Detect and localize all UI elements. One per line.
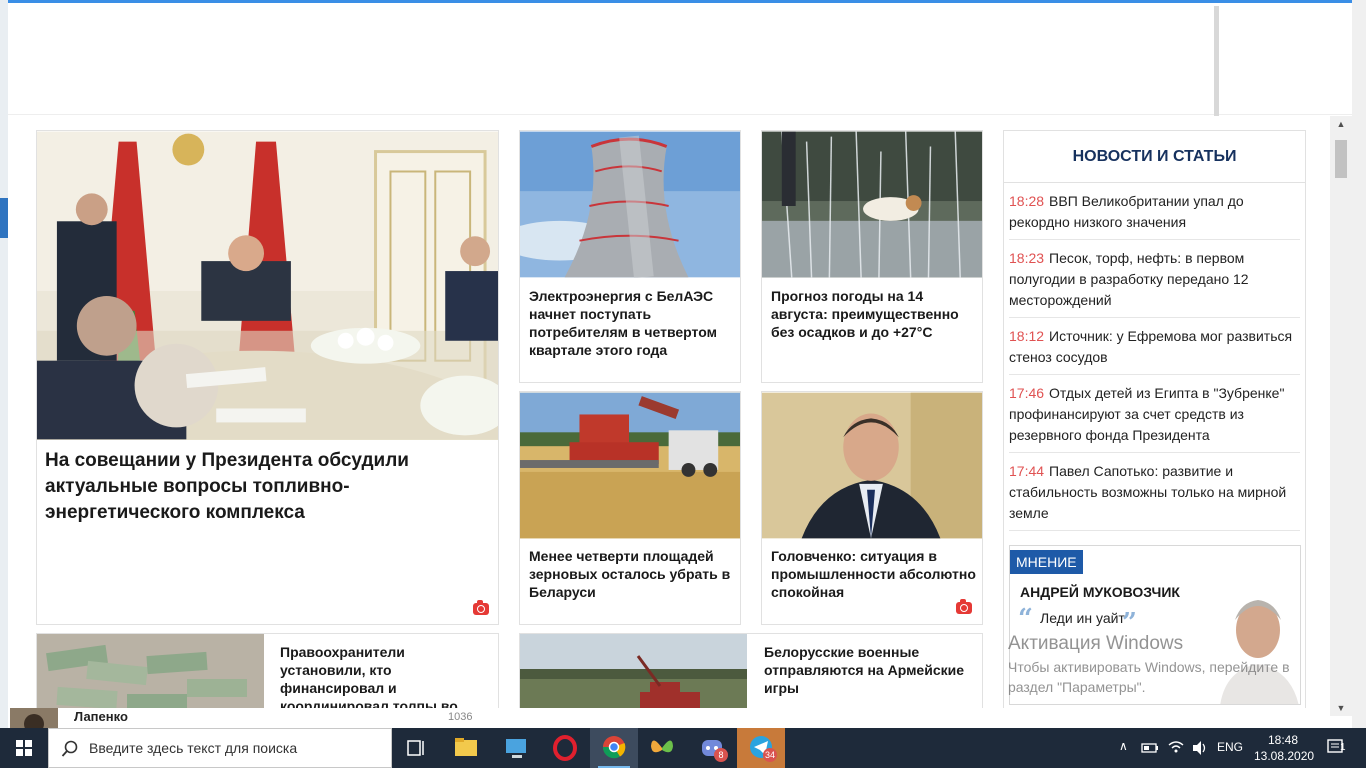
featured-photo[interactable] bbox=[37, 131, 498, 440]
sidebar-news-item[interactable]: 17:46 Отдых детей из Египта в "Зубренке" … bbox=[1009, 375, 1300, 453]
taskbar-search-box[interactable]: Введите здесь текст для поиска bbox=[48, 728, 392, 768]
window-edge bbox=[0, 198, 8, 238]
start-button[interactable] bbox=[0, 728, 48, 768]
opinion-quote[interactable]: Леди ин уайт bbox=[1040, 610, 1125, 626]
telegram-icon bbox=[750, 736, 772, 758]
ad-scrollbar[interactable] bbox=[1214, 6, 1219, 116]
chevron-up-icon[interactable]: ∧ bbox=[1119, 739, 1128, 753]
author-name[interactable]: Лапенко bbox=[74, 709, 128, 724]
sidebar-news-item[interactable]: 18:28 ВВП Великобритании упал до рекордно… bbox=[1009, 183, 1300, 240]
background-window-strip bbox=[0, 0, 8, 728]
news-card-caption[interactable]: Белорусские военные отправляются на Арме… bbox=[764, 643, 974, 697]
task-view-button[interactable] bbox=[392, 728, 440, 768]
news-time: 17:46 bbox=[1009, 385, 1045, 401]
discord-badge: 8 bbox=[714, 748, 728, 762]
taskbar-clock[interactable]: 18:48 13.08.2020 bbox=[1254, 732, 1315, 764]
photo-gallery-icon bbox=[956, 599, 972, 614]
news-card[interactable]: Менее четверти площадей зерновых осталос… bbox=[519, 391, 741, 625]
windows-taskbar: Введите здесь текст для поиска 8 34 ∧ EN… bbox=[0, 728, 1366, 768]
taskbar-chrome[interactable] bbox=[590, 728, 638, 768]
task-view-icon bbox=[407, 740, 424, 756]
window-right-border bbox=[1352, 0, 1366, 728]
news-card[interactable]: Электроэнергия с БелАЭС начнет поступать… bbox=[519, 130, 741, 383]
windows-activation-watermark: Активация Windows Чтобы активировать Win… bbox=[1008, 633, 1328, 697]
news-time: 17:44 bbox=[1009, 463, 1045, 479]
scroll-down-arrow-icon[interactable]: ▼ bbox=[1330, 700, 1352, 716]
news-card-caption[interactable]: Головченко: ситуация в промышленности аб… bbox=[771, 547, 977, 601]
news-title[interactable]: Источник: у Ефремова мог развиться стено… bbox=[1009, 328, 1292, 365]
news-time: 18:28 bbox=[1009, 193, 1045, 209]
news-sidebar: НОВОСТИ И СТАТЬИ 18:28 ВВП Великобритании… bbox=[1003, 130, 1306, 720]
telegram-badge: 34 bbox=[762, 748, 777, 762]
news-card-caption[interactable]: Прогноз погоды на 14 августа: преимущест… bbox=[771, 287, 977, 341]
news-card[interactable]: Прогноз погоды на 14 августа: преимущест… bbox=[761, 130, 983, 383]
news-photo-fountain[interactable] bbox=[762, 131, 982, 278]
windows-logo-icon bbox=[16, 740, 32, 756]
page-scrollbar[interactable]: ▲ ▼ bbox=[1330, 116, 1352, 716]
news-card-caption[interactable]: Менее четверти площадей зерновых осталос… bbox=[529, 547, 735, 601]
taskbar-telegram[interactable]: 34 bbox=[737, 728, 785, 768]
taskbar-discord[interactable]: 8 bbox=[688, 728, 736, 768]
taskbar-opera[interactable] bbox=[541, 728, 589, 768]
clock-time: 18:48 bbox=[1267, 733, 1299, 747]
news-photo-harvest[interactable] bbox=[520, 392, 740, 539]
bottom-content-peek: Лапенко 1036 bbox=[8, 708, 1352, 728]
ad-banner-area bbox=[8, 3, 1352, 115]
opinion-author[interactable]: АНДРЕЙ МУКОВОЗЧИК bbox=[1020, 584, 1180, 600]
avatar bbox=[10, 708, 58, 728]
watermark-text: Чтобы активировать Windows, перейдите в … bbox=[1008, 659, 1290, 695]
folder-icon bbox=[455, 738, 477, 756]
taskbar-app[interactable] bbox=[492, 728, 540, 768]
news-title[interactable]: ВВП Великобритании упал до рекордно низк… bbox=[1009, 193, 1244, 230]
notification-count: 1 bbox=[1340, 742, 1346, 753]
taskbar-file-explorer[interactable] bbox=[442, 728, 490, 768]
news-title[interactable]: Песок, торф, нефть: в первом полугодии в… bbox=[1009, 250, 1249, 308]
news-time: 18:12 bbox=[1009, 328, 1045, 344]
opera-icon bbox=[553, 735, 577, 761]
news-card-caption[interactable]: Электроэнергия с БелАЭС начнет поступать… bbox=[529, 287, 735, 359]
search-placeholder: Введите здесь текст для поиска bbox=[89, 740, 298, 756]
search-icon bbox=[61, 740, 78, 757]
computer-icon bbox=[506, 739, 526, 758]
photo-gallery-icon bbox=[473, 600, 489, 615]
scroll-up-arrow-icon[interactable]: ▲ bbox=[1330, 116, 1352, 132]
news-title[interactable]: Отдых детей из Египта в "Зубренке" профи… bbox=[1009, 385, 1284, 443]
sidebar-news-item[interactable]: 18:23 Песок, торф, нефть: в первом полуго… bbox=[1009, 240, 1300, 318]
clock-date: 13.08.2020 bbox=[1254, 749, 1315, 763]
sidebar-title: НОВОСТИ И СТАТЬИ bbox=[1004, 131, 1305, 183]
news-card[interactable]: Головченко: ситуация в промышленности аб… bbox=[761, 391, 983, 625]
butterfly-icon bbox=[651, 740, 673, 753]
featured-headline[interactable]: На совещании у Президента обсудили актуа… bbox=[45, 448, 485, 526]
news-title[interactable]: Павел Сапотько: развитие и стабильность … bbox=[1009, 463, 1286, 521]
notification-center-button[interactable]: 1 bbox=[1318, 728, 1358, 768]
volume-icon[interactable] bbox=[1191, 740, 1209, 756]
language-indicator[interactable]: ENG bbox=[1217, 740, 1243, 754]
news-photo-cooling-tower[interactable] bbox=[520, 131, 740, 278]
opinion-tag: МНЕНИЕ bbox=[1010, 550, 1083, 574]
battery-icon[interactable] bbox=[1141, 741, 1159, 755]
news-card-caption[interactable]: Правоохранители установили, кто финансир… bbox=[280, 643, 490, 715]
watermark-title: Активация Windows bbox=[1008, 633, 1184, 654]
discord-icon bbox=[702, 740, 722, 756]
open-quote-icon: “ bbox=[1018, 604, 1033, 634]
news-photo-portrait[interactable] bbox=[762, 392, 982, 539]
system-tray: ∧ ENG bbox=[1115, 728, 1243, 768]
scrollbar-thumb[interactable] bbox=[1335, 140, 1347, 178]
news-time: 18:23 bbox=[1009, 250, 1045, 266]
featured-news-card[interactable]: На совещании у Президента обсудили актуа… bbox=[36, 130, 499, 625]
taskbar-app[interactable] bbox=[638, 728, 686, 768]
sidebar-news-item[interactable]: 17:44 Павел Сапотько: развитие и стабильн… bbox=[1009, 453, 1300, 531]
sidebar-news-item[interactable]: 18:12 Источник: у Ефремова мог развиться … bbox=[1009, 318, 1300, 375]
browser-page: На совещании у Президента обсудили актуа… bbox=[0, 0, 1366, 768]
chrome-icon bbox=[602, 736, 626, 759]
wifi-icon[interactable] bbox=[1167, 739, 1185, 755]
view-count: 1036 bbox=[448, 711, 473, 723]
